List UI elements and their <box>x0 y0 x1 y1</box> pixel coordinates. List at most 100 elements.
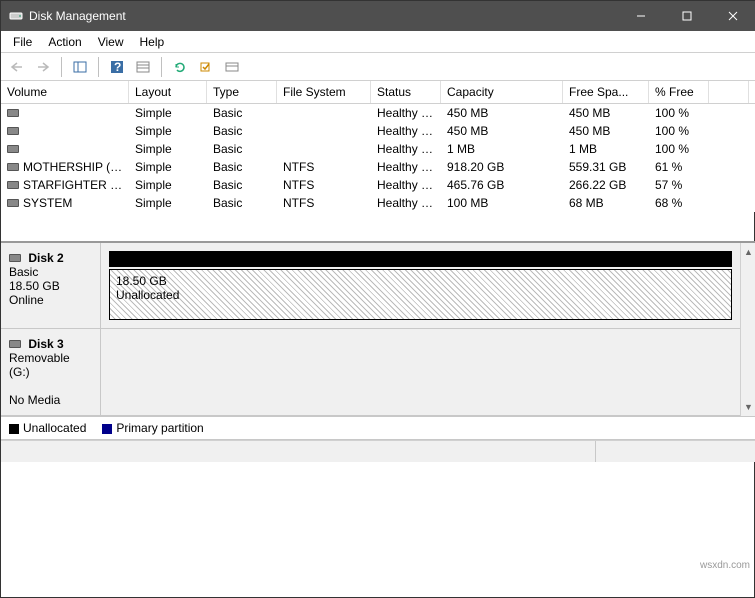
disk-icon <box>9 254 21 262</box>
close-button[interactable] <box>710 1 755 31</box>
help-button[interactable]: ? <box>105 56 129 78</box>
volume-cell: NTFS <box>277 177 371 193</box>
volume-cell <box>709 105 749 121</box>
col-filesystem[interactable]: File System <box>277 81 371 103</box>
status-cell <box>1 441 596 462</box>
toolbar: ? <box>1 53 755 81</box>
volume-cell: Simple <box>129 141 207 157</box>
volume-cell: 57 % <box>649 177 709 193</box>
show-hide-tree-button[interactable] <box>68 56 92 78</box>
disk-state: Online <box>9 293 44 307</box>
volume-cell <box>709 123 749 139</box>
menu-view[interactable]: View <box>90 33 132 51</box>
volume-cell: Basic <box>207 195 277 211</box>
volume-cell: Basic <box>207 105 277 121</box>
refresh-button[interactable] <box>168 56 192 78</box>
volume-row[interactable]: SimpleBasicHealthy (R...450 MB450 MB100 … <box>1 104 755 122</box>
volume-cell: 1 MB <box>563 141 649 157</box>
volume-cell: 450 MB <box>441 105 563 121</box>
volume-cell: 450 MB <box>563 123 649 139</box>
volume-cell: Basic <box>207 159 277 175</box>
volume-icon <box>7 127 19 135</box>
volume-cell: 559.31 GB <box>563 159 649 175</box>
volume-cell: Simple <box>129 159 207 175</box>
volume-cell: 61 % <box>649 159 709 175</box>
volume-cell: Simple <box>129 123 207 139</box>
volume-cell: Basic <box>207 123 277 139</box>
volume-cell: SYSTEM <box>1 195 129 211</box>
col-layout[interactable]: Layout <box>129 81 207 103</box>
forward-button[interactable] <box>31 56 55 78</box>
toolbar-separator <box>161 57 162 77</box>
volume-cell: Healthy (S... <box>371 195 441 211</box>
volume-cell <box>709 159 749 175</box>
vertical-scrollbar[interactable]: ▲ ▼ <box>740 243 755 416</box>
volume-cell: 450 MB <box>441 123 563 139</box>
volume-cell: 1 MB <box>441 141 563 157</box>
legend: Unallocated Primary partition <box>1 416 755 440</box>
volume-cell <box>709 177 749 193</box>
col-volume[interactable]: Volume <box>1 81 129 103</box>
volume-row[interactable]: STARFIGHTER (A:)SimpleBasicNTFSHealthy (… <box>1 176 755 194</box>
menu-bar: File Action View Help <box>1 31 755 53</box>
col-status[interactable]: Status <box>371 81 441 103</box>
volume-row[interactable]: MOTHERSHIP (C:)SimpleBasicNTFSHealthy (B… <box>1 158 755 176</box>
disk-type: Basic <box>9 265 38 279</box>
menu-action[interactable]: Action <box>40 33 89 51</box>
menu-help[interactable]: Help <box>132 33 173 51</box>
volume-cell: Healthy (P... <box>371 141 441 157</box>
volume-icon <box>7 109 19 117</box>
scroll-up-icon[interactable]: ▲ <box>744 247 753 257</box>
volume-cell <box>1 141 129 157</box>
swatch-unallocated <box>9 424 19 434</box>
back-button[interactable] <box>5 56 29 78</box>
toolbar-separator <box>98 57 99 77</box>
volume-cell: 100 % <box>649 123 709 139</box>
disk-state: No Media <box>9 393 60 407</box>
disk-name: Disk 2 <box>28 251 63 265</box>
maximize-button[interactable] <box>664 1 710 31</box>
partition-size: 18.50 GB <box>116 274 167 288</box>
volume-cell: Healthy (P... <box>371 177 441 193</box>
list-button[interactable] <box>220 56 244 78</box>
volume-cell: 450 MB <box>563 105 649 121</box>
volume-cell: Basic <box>207 141 277 157</box>
volume-cell <box>1 123 129 139</box>
disk-type: Removable (G:) <box>9 351 70 379</box>
unallocated-partition[interactable]: 18.50 GB Unallocated <box>109 269 732 320</box>
disk-icon <box>9 340 21 348</box>
disk-row-disk2[interactable]: Disk 2 Basic 18.50 GB Online 18.50 GB Un… <box>1 243 740 329</box>
volume-icon <box>7 181 19 189</box>
volume-cell: 266.22 GB <box>563 177 649 193</box>
volume-cell: 918.20 GB <box>441 159 563 175</box>
minimize-button[interactable] <box>618 1 664 31</box>
scroll-down-icon[interactable]: ▼ <box>744 402 753 412</box>
disk-row-disk3[interactable]: Disk 3 Removable (G:) No Media <box>1 329 740 416</box>
volume-row[interactable]: SimpleBasicHealthy (P...1 MB1 MB100 % <box>1 140 755 158</box>
col-pctfree[interactable]: % Free <box>649 81 709 103</box>
volume-row[interactable]: SimpleBasicHealthy (R...450 MB450 MB100 … <box>1 122 755 140</box>
col-freespace[interactable]: Free Spa... <box>563 81 649 103</box>
volume-row[interactable]: SYSTEMSimpleBasicNTFSHealthy (S...100 MB… <box>1 194 755 212</box>
volume-cell <box>1 105 129 121</box>
volume-cell: Healthy (R... <box>371 105 441 121</box>
action-button[interactable] <box>194 56 218 78</box>
watermark: wsxdn.com <box>700 560 750 571</box>
swatch-primary <box>102 424 112 434</box>
col-extra[interactable] <box>709 81 749 103</box>
col-type[interactable]: Type <box>207 81 277 103</box>
volume-cell: Simple <box>129 177 207 193</box>
disk-graphical-view: Disk 2 Basic 18.50 GB Online 18.50 GB Un… <box>1 242 755 416</box>
partition-bar[interactable] <box>109 251 732 267</box>
disk-header: Disk 2 Basic 18.50 GB Online <box>1 243 101 328</box>
volume-cell: 68 MB <box>563 195 649 211</box>
svg-text:?: ? <box>114 60 121 74</box>
volume-icon <box>7 199 19 207</box>
volume-cell: Basic <box>207 177 277 193</box>
disk-size: 18.50 GB <box>9 279 60 293</box>
volume-cell <box>277 123 371 139</box>
menu-file[interactable]: File <box>5 33 40 51</box>
window-title: Disk Management <box>29 9 618 23</box>
settings-button[interactable] <box>131 56 155 78</box>
col-capacity[interactable]: Capacity <box>441 81 563 103</box>
